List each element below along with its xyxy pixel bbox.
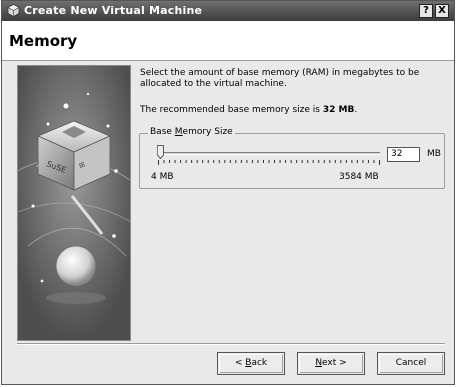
- back-label-end: ack: [251, 358, 268, 368]
- title-bar[interactable]: Create New Virtual Machine ? X: [2, 1, 454, 21]
- recommended-memory-text: The recommended base memory size is 32 M…: [140, 105, 357, 115]
- recommended-prefix: The recommended base memory size is: [140, 105, 323, 115]
- help-button[interactable]: ?: [419, 4, 433, 18]
- memory-description: Select the amount of base memory (RAM) i…: [140, 68, 420, 89]
- page-content: Select the amount of base memory (RAM) i…: [140, 68, 440, 115]
- next-button[interactable]: Next >: [297, 352, 365, 375]
- memory-slider-track[interactable]: [158, 152, 380, 155]
- back-button[interactable]: < Back: [217, 352, 285, 375]
- slider-min-label: 4 MB: [151, 172, 174, 182]
- legend-mnemonic: M: [174, 127, 183, 137]
- wizard-side-image: SuSE ⊞: [17, 65, 131, 341]
- base-memory-legend: Base Memory Size: [148, 127, 235, 137]
- memory-spinbox[interactable]: 32: [387, 147, 420, 162]
- cancel-button[interactable]: Cancel: [377, 352, 445, 375]
- virtualbox-app-icon: [7, 4, 20, 17]
- legend-text-start: Base: [150, 127, 175, 137]
- button-separator: [17, 343, 445, 345]
- recommended-value: 32 MB: [322, 105, 355, 115]
- slider-max-label: 3584 MB: [339, 172, 379, 182]
- virtualbox-cube-illustration: SuSE ⊞: [18, 66, 130, 340]
- legend-text-end: emory Size: [182, 127, 233, 137]
- close-button[interactable]: X: [435, 4, 449, 18]
- cancel-button-label: Cancel: [395, 358, 427, 368]
- page-title: Memory: [9, 32, 78, 50]
- back-label-start: <: [234, 358, 246, 368]
- memory-slider-thumb[interactable]: [156, 145, 164, 159]
- memory-unit-label: MB: [427, 149, 441, 159]
- next-button-label: Next >: [315, 358, 346, 368]
- recommended-suffix: .: [354, 105, 358, 115]
- next-label-end: ext >: [322, 358, 347, 368]
- memory-slider-ticks: [158, 160, 380, 165]
- window-title: Create New Virtual Machine: [24, 4, 203, 17]
- wizard-header: Memory: [2, 21, 454, 61]
- back-button-label: < Back: [235, 358, 267, 368]
